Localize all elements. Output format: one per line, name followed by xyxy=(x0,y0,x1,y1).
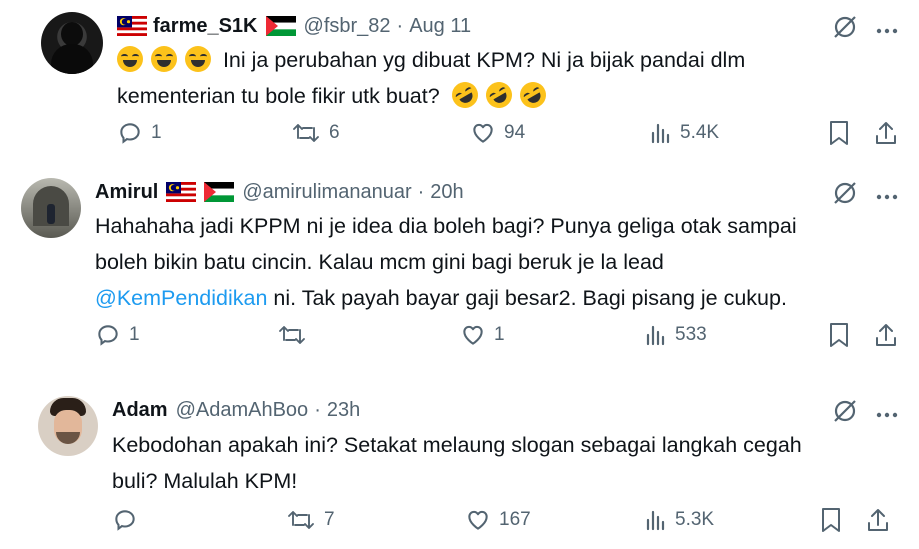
bookmark-icon xyxy=(830,121,848,145)
avatar-beard xyxy=(56,432,80,444)
view-count: 5.4K xyxy=(680,122,720,143)
reply-tweet-2[interactable]: Amirul @amirulimananuar · 20h Hahahaha j… xyxy=(0,166,919,371)
retweet-icon xyxy=(293,124,319,142)
more-icon[interactable] xyxy=(876,21,898,39)
avatar[interactable] xyxy=(21,178,81,238)
rolling-on-floor-laughing-icon xyxy=(446,77,483,113)
bookmark-button[interactable] xyxy=(828,120,850,146)
timestamp[interactable]: Aug 11 xyxy=(409,15,471,38)
separator-dot: · xyxy=(417,180,425,203)
tweet-text-line: Kebodohan apakah ini? Setakat melaung sl… xyxy=(112,433,802,457)
author-handle[interactable]: @amirulimananuar xyxy=(242,181,411,204)
retweet-icon xyxy=(288,511,314,529)
bookmark-icon xyxy=(830,323,848,347)
reply-icon xyxy=(98,325,118,346)
retweet-count: 6 xyxy=(329,122,340,143)
grok-icon[interactable] xyxy=(832,398,858,429)
views-button[interactable]: 533 xyxy=(645,322,707,348)
bookmark-button[interactable] xyxy=(828,322,850,348)
share-icon xyxy=(876,324,896,346)
like-icon xyxy=(468,510,488,530)
share-icon xyxy=(868,509,888,531)
malaysia-flag-icon xyxy=(166,182,197,202)
bookmark-button[interactable] xyxy=(820,507,842,533)
reply-tweet-1[interactable]: farme_S1K @fsbr_82 · Aug 11 Ini ja perub… xyxy=(0,0,919,165)
mention-link[interactable]: @KemPendidikan xyxy=(95,286,267,310)
malaysia-flag-icon xyxy=(117,16,147,36)
avatar[interactable] xyxy=(38,396,98,456)
views-icon xyxy=(646,325,665,346)
timestamp[interactable]: 23h xyxy=(327,399,360,422)
more-icon[interactable] xyxy=(876,405,898,423)
grok-icon[interactable] xyxy=(832,180,858,211)
retweet-count: 7 xyxy=(324,509,335,530)
avatar-figure-body xyxy=(51,44,93,74)
grinning-squinting-face-icon xyxy=(184,46,211,72)
author-handle[interactable]: @fsbr_82 xyxy=(304,15,391,38)
views-icon xyxy=(646,510,665,531)
like-count: 94 xyxy=(504,122,526,143)
reply-button[interactable]: 1 xyxy=(117,120,162,146)
palestine-flag-icon xyxy=(204,182,235,202)
view-count: 5.3K xyxy=(675,509,715,530)
like-count: 167 xyxy=(499,509,531,530)
grinning-squinting-face-icon xyxy=(117,46,143,72)
tweet-text-line: Ini ja perubahan yg dibuat KPM? Ni ja bi… xyxy=(117,42,897,78)
author-name[interactable]: farme_S1K xyxy=(153,15,258,38)
rolling-on-floor-laughing-icon xyxy=(514,77,551,113)
tweet-text: ni. Tak payah bayar gaji besar2. Bagi pi… xyxy=(267,286,787,310)
separator-dot: · xyxy=(396,14,404,37)
like-button[interactable]: 167 xyxy=(465,507,531,533)
timestamp[interactable]: 20h xyxy=(430,181,463,204)
reply-tweet-3[interactable]: Adam @AdamAhBoo · 23h Kebodohan apakah i… xyxy=(0,384,919,549)
tweet-text: kementerian tu bole fikir utk buat? xyxy=(117,84,440,108)
tweet-text: Ini ja perubahan yg dibuat KPM? Ni ja bi… xyxy=(222,48,746,72)
reply-count: 1 xyxy=(129,324,140,345)
like-icon xyxy=(463,325,483,345)
author-handle[interactable]: @AdamAhBoo xyxy=(176,399,309,422)
retweet-button[interactable]: 7 xyxy=(286,507,335,533)
avatar-figure xyxy=(47,204,55,224)
view-count: 533 xyxy=(675,324,707,345)
like-count: 1 xyxy=(494,324,505,345)
retweet-button[interactable] xyxy=(277,322,315,348)
views-button[interactable]: 5.4K xyxy=(650,120,719,146)
share-icon xyxy=(876,122,896,144)
avatar-figure xyxy=(61,22,83,46)
tweet-text-line: Hahahaha jadi KPPM ni je idea dia boleh … xyxy=(95,214,797,238)
author-name[interactable]: Amirul xyxy=(95,181,158,204)
more-icon[interactable] xyxy=(876,187,898,205)
palestine-flag-icon xyxy=(265,16,296,36)
avatar[interactable] xyxy=(41,12,103,74)
tweet-text-line: boleh bikin batu cincin. Kalau mcm gini … xyxy=(95,250,664,274)
retweet-button[interactable]: 6 xyxy=(291,120,340,146)
views-icon xyxy=(651,123,670,144)
share-button[interactable] xyxy=(874,322,898,348)
like-icon xyxy=(473,123,493,143)
reply-button[interactable] xyxy=(112,507,146,533)
rolling-on-floor-laughing-icon xyxy=(480,77,517,113)
author-name[interactable]: Adam xyxy=(112,399,168,422)
reply-count: 1 xyxy=(151,122,162,143)
reply-icon xyxy=(120,123,140,144)
like-button[interactable]: 1 xyxy=(460,322,505,348)
share-button[interactable] xyxy=(866,507,890,533)
like-button[interactable]: 94 xyxy=(470,120,525,146)
tweet-text-line: kementerian tu bole fikir utk buat? xyxy=(117,77,897,114)
reply-icon xyxy=(115,510,135,531)
tweet-text-line: @KemPendidikan ni. Tak payah bayar gaji … xyxy=(95,280,895,316)
reply-button[interactable]: 1 xyxy=(95,322,140,348)
retweet-icon xyxy=(279,326,305,344)
bookmark-icon xyxy=(822,508,840,532)
tweet-text-line: buli? Malulah KPM! xyxy=(112,469,298,493)
grinning-squinting-face-icon xyxy=(150,46,177,72)
separator-dot: · xyxy=(314,398,321,421)
grok-icon[interactable] xyxy=(832,14,858,45)
views-button[interactable]: 5.3K xyxy=(645,507,714,533)
share-button[interactable] xyxy=(874,120,898,146)
